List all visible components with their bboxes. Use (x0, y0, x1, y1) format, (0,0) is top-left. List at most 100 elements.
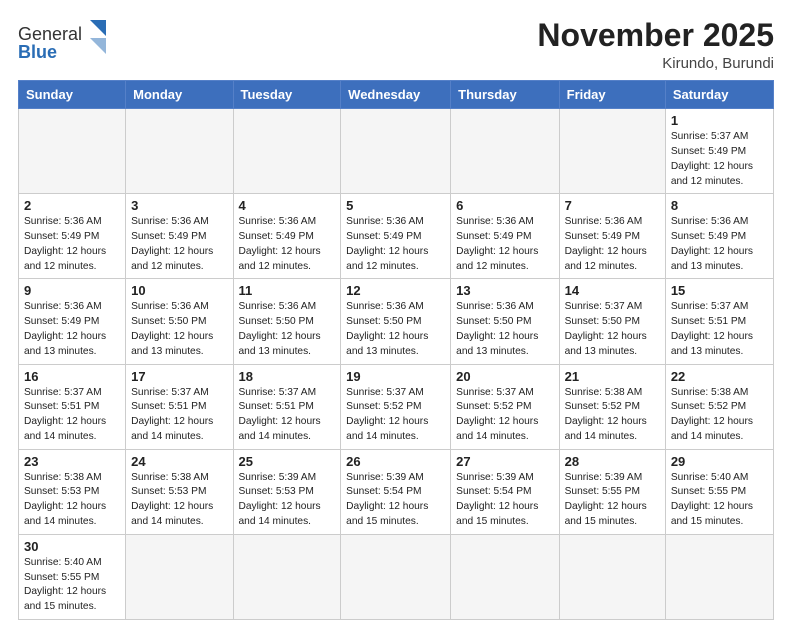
calendar-week-row: 2 Sunrise: 5:36 AM Sunset: 5:49 PM Daylig… (19, 194, 774, 279)
calendar-table: Sunday Monday Tuesday Wednesday Thursday… (18, 80, 774, 620)
day-number: 16 (24, 369, 120, 384)
calendar-week-row: 16 Sunrise: 5:37 AM Sunset: 5:51 PM Dayli… (19, 364, 774, 449)
table-row (233, 109, 341, 194)
day-number: 15 (671, 283, 768, 298)
day-number: 14 (565, 283, 660, 298)
table-row: 15 Sunrise: 5:37 AM Sunset: 5:51 PM Dayli… (665, 279, 773, 364)
day-number: 2 (24, 198, 120, 213)
table-row: 20 Sunrise: 5:37 AM Sunset: 5:52 PM Dayli… (451, 364, 559, 449)
table-row (665, 534, 773, 619)
day-info: Sunrise: 5:37 AM Sunset: 5:52 PM Dayligh… (346, 386, 445, 445)
day-number: 20 (456, 369, 553, 384)
day-info: Sunrise: 5:39 AM Sunset: 5:54 PM Dayligh… (456, 471, 553, 530)
day-info: Sunrise: 5:40 AM Sunset: 5:55 PM Dayligh… (671, 471, 768, 530)
day-number: 8 (671, 198, 768, 213)
table-row: 6Sunrise: 5:36 AM Sunset: 5:49 PM Daylig… (451, 194, 559, 279)
table-row (126, 534, 233, 619)
day-info: Sunrise: 5:36 AM Sunset: 5:49 PM Dayligh… (456, 215, 553, 274)
day-number: 3 (131, 198, 227, 213)
day-number: 1 (671, 113, 768, 128)
col-thursday: Thursday (451, 81, 559, 109)
table-row: 22Sunrise: 5:38 AM Sunset: 5:52 PM Dayli… (665, 364, 773, 449)
day-info: Sunrise: 5:37 AM Sunset: 5:51 PM Dayligh… (671, 300, 768, 359)
day-number: 12 (346, 283, 445, 298)
day-number: 18 (239, 369, 336, 384)
table-row: 4 Sunrise: 5:36 AM Sunset: 5:49 PM Daylig… (233, 194, 341, 279)
day-info: Sunrise: 5:37 AM Sunset: 5:51 PM Dayligh… (24, 386, 120, 445)
table-row (451, 534, 559, 619)
table-row (341, 109, 451, 194)
col-monday: Monday (126, 81, 233, 109)
table-row (19, 109, 126, 194)
location: Kirundo, Burundi (537, 55, 774, 72)
title-block: November 2025 Kirundo, Burundi (537, 18, 774, 72)
day-number: 7 (565, 198, 660, 213)
day-info: Sunrise: 5:37 AM Sunset: 5:50 PM Dayligh… (565, 300, 660, 359)
svg-text:Blue: Blue (18, 42, 57, 62)
day-number: 25 (239, 454, 336, 469)
table-row: 28Sunrise: 5:39 AM Sunset: 5:55 PM Dayli… (559, 449, 665, 534)
table-row: 25Sunrise: 5:39 AM Sunset: 5:53 PM Dayli… (233, 449, 341, 534)
day-info: Sunrise: 5:36 AM Sunset: 5:50 PM Dayligh… (346, 300, 445, 359)
table-row: 29 Sunrise: 5:40 AM Sunset: 5:55 PM Dayli… (665, 449, 773, 534)
table-row: 2 Sunrise: 5:36 AM Sunset: 5:49 PM Daylig… (19, 194, 126, 279)
day-info: Sunrise: 5:37 AM Sunset: 5:49 PM Dayligh… (671, 130, 768, 189)
col-sunday: Sunday (19, 81, 126, 109)
day-number: 5 (346, 198, 445, 213)
table-row: 26Sunrise: 5:39 AM Sunset: 5:54 PM Dayli… (341, 449, 451, 534)
day-info: Sunrise: 5:38 AM Sunset: 5:53 PM Dayligh… (131, 471, 227, 530)
table-row: 18Sunrise: 5:37 AM Sunset: 5:51 PM Dayli… (233, 364, 341, 449)
table-row (451, 109, 559, 194)
table-row: 3 Sunrise: 5:36 AM Sunset: 5:49 PM Daylig… (126, 194, 233, 279)
table-row: 24Sunrise: 5:38 AM Sunset: 5:53 PM Dayli… (126, 449, 233, 534)
col-tuesday: Tuesday (233, 81, 341, 109)
day-number: 13 (456, 283, 553, 298)
day-info: Sunrise: 5:38 AM Sunset: 5:52 PM Dayligh… (565, 386, 660, 445)
day-info: Sunrise: 5:36 AM Sunset: 5:49 PM Dayligh… (24, 300, 120, 359)
day-info: Sunrise: 5:36 AM Sunset: 5:49 PM Dayligh… (24, 215, 120, 274)
table-row: 30Sunrise: 5:40 AM Sunset: 5:55 PM Dayli… (19, 534, 126, 619)
day-info: Sunrise: 5:36 AM Sunset: 5:50 PM Dayligh… (456, 300, 553, 359)
table-row: 12 Sunrise: 5:36 AM Sunset: 5:50 PM Dayli… (341, 279, 451, 364)
day-info: Sunrise: 5:36 AM Sunset: 5:49 PM Dayligh… (671, 215, 768, 274)
table-row: 13 Sunrise: 5:36 AM Sunset: 5:50 PM Dayli… (451, 279, 559, 364)
table-row: 11Sunrise: 5:36 AM Sunset: 5:50 PM Dayli… (233, 279, 341, 364)
day-number: 23 (24, 454, 120, 469)
day-info: Sunrise: 5:38 AM Sunset: 5:53 PM Dayligh… (24, 471, 120, 530)
svg-text:General: General (18, 24, 82, 44)
day-info: Sunrise: 5:36 AM Sunset: 5:49 PM Dayligh… (131, 215, 227, 274)
table-row: 8 Sunrise: 5:36 AM Sunset: 5:49 PM Daylig… (665, 194, 773, 279)
table-row: 27 Sunrise: 5:39 AM Sunset: 5:54 PM Dayli… (451, 449, 559, 534)
day-info: Sunrise: 5:36 AM Sunset: 5:50 PM Dayligh… (131, 300, 227, 359)
day-number: 9 (24, 283, 120, 298)
day-number: 10 (131, 283, 227, 298)
table-row: 1 Sunrise: 5:37 AM Sunset: 5:49 PM Daylig… (665, 109, 773, 194)
calendar-week-row: 30Sunrise: 5:40 AM Sunset: 5:55 PM Dayli… (19, 534, 774, 619)
day-number: 27 (456, 454, 553, 469)
day-info: Sunrise: 5:39 AM Sunset: 5:55 PM Dayligh… (565, 471, 660, 530)
calendar-header-row: Sunday Monday Tuesday Wednesday Thursday… (19, 81, 774, 109)
month-title: November 2025 (537, 18, 774, 53)
table-row (559, 534, 665, 619)
day-number: 26 (346, 454, 445, 469)
day-info: Sunrise: 5:37 AM Sunset: 5:52 PM Dayligh… (456, 386, 553, 445)
logo: General Blue (18, 18, 108, 67)
day-number: 4 (239, 198, 336, 213)
table-row: 7 Sunrise: 5:36 AM Sunset: 5:49 PM Daylig… (559, 194, 665, 279)
table-row (126, 109, 233, 194)
col-saturday: Saturday (665, 81, 773, 109)
day-info: Sunrise: 5:36 AM Sunset: 5:49 PM Dayligh… (346, 215, 445, 274)
day-number: 29 (671, 454, 768, 469)
logo-icon: General Blue (18, 18, 108, 62)
table-row: 17Sunrise: 5:37 AM Sunset: 5:51 PM Dayli… (126, 364, 233, 449)
day-info: Sunrise: 5:36 AM Sunset: 5:50 PM Dayligh… (239, 300, 336, 359)
day-info: Sunrise: 5:36 AM Sunset: 5:49 PM Dayligh… (565, 215, 660, 274)
day-number: 22 (671, 369, 768, 384)
day-number: 19 (346, 369, 445, 384)
table-row (233, 534, 341, 619)
day-number: 17 (131, 369, 227, 384)
day-number: 21 (565, 369, 660, 384)
table-row: 14 Sunrise: 5:37 AM Sunset: 5:50 PM Dayli… (559, 279, 665, 364)
day-info: Sunrise: 5:36 AM Sunset: 5:49 PM Dayligh… (239, 215, 336, 274)
table-row (559, 109, 665, 194)
